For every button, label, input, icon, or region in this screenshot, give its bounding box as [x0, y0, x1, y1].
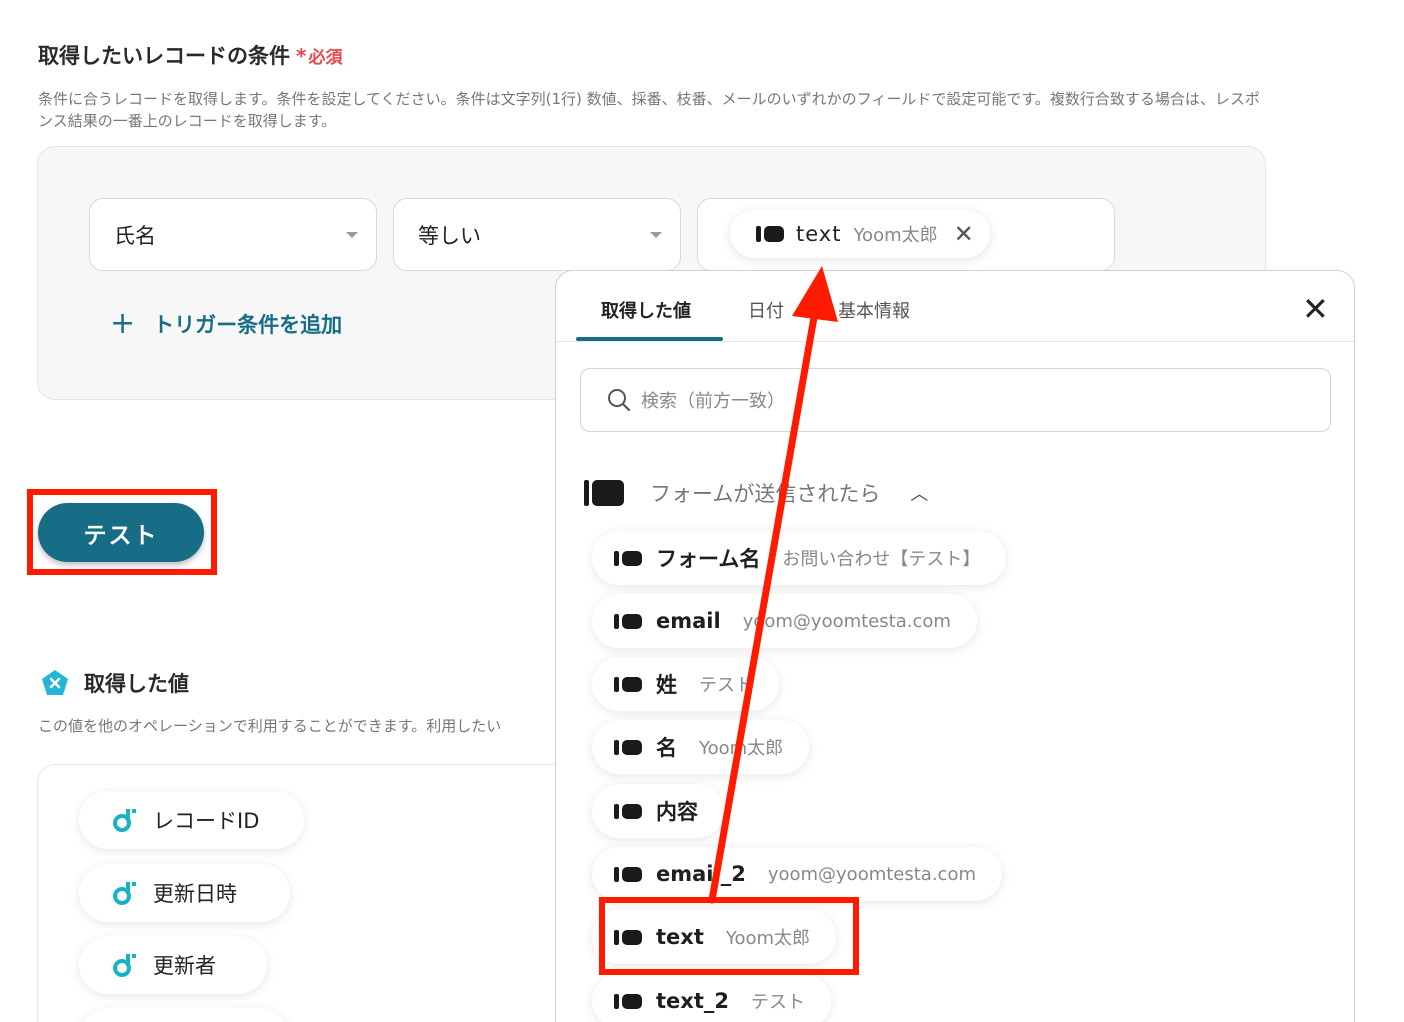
- operator-select[interactable]: 等しい: [393, 198, 681, 271]
- retrieved-item-label: 更新日時: [153, 882, 237, 906]
- retrieved-item[interactable]: 更新者: [79, 936, 267, 994]
- list-item-key: text_2: [656, 989, 729, 1013]
- retrieved-item-label: レコードID: [153, 809, 260, 833]
- tab-retrieved-values[interactable]: 取得した値: [601, 297, 691, 323]
- form-block-icon: [614, 550, 642, 566]
- record-icon: [113, 882, 136, 905]
- form-block-icon: [614, 993, 642, 1009]
- form-block-icon: [584, 480, 624, 506]
- retrieved-title: 取得した値: [40, 668, 189, 698]
- list-item[interactable]: フォーム名 お問い合わせ【テスト】: [592, 531, 1007, 585]
- value-chip-value: Yoom太郎: [853, 225, 938, 246]
- chevron-down-icon: [346, 232, 358, 238]
- chevron-up-icon[interactable]: ︿: [910, 480, 928, 506]
- active-tab-indicator: [576, 337, 723, 341]
- form-block-icon: [614, 739, 642, 755]
- retrieved-title-text: 取得した値: [84, 672, 189, 696]
- group-title: フォームが送信されたら: [650, 482, 881, 506]
- value-chip-key: text: [796, 222, 842, 246]
- list-item[interactable]: email_2 yoom@yoomtesta.com: [592, 847, 1002, 901]
- list-item-value: yoom@yoomtesta.com: [742, 610, 951, 632]
- operator-select-value: 等しい: [418, 223, 481, 248]
- list-item[interactable]: text_2 テスト: [592, 974, 831, 1022]
- list-item-key: email: [656, 609, 721, 633]
- search-input[interactable]: 検索（前方一致）: [580, 368, 1331, 432]
- tab-basic-info[interactable]: 基本情報: [838, 297, 910, 323]
- list-item[interactable]: email yoom@yoomtesta.com: [592, 594, 977, 648]
- add-trigger-button[interactable]: + トリガー条件を追加: [110, 306, 342, 341]
- list-item-value: お問い合わせ【テスト】: [782, 549, 981, 570]
- list-item-key: email_2: [656, 862, 746, 886]
- text-item-highlight-box: [599, 897, 859, 975]
- list-item-value: テスト: [750, 992, 805, 1013]
- field-select-value: 氏名: [114, 223, 156, 248]
- record-icon: [113, 809, 136, 832]
- retrieved-item[interactable]: レコードID: [79, 791, 304, 849]
- plus-icon: +: [110, 306, 136, 341]
- form-block-icon: [614, 803, 642, 819]
- record-icon: [113, 954, 136, 977]
- list-item-value: Yoom太郎: [699, 738, 784, 759]
- condition-description: 条件に合うレコードを取得します。条件を設定してください。条件は文字列(1行) 数…: [38, 90, 1260, 130]
- required-label: 必須: [308, 47, 343, 68]
- group-header[interactable]: フォームが送信されたら ︿: [584, 478, 928, 508]
- condition-title-text: 取得したいレコードの条件: [38, 44, 290, 68]
- test-button[interactable]: テスト: [38, 503, 204, 562]
- list-item[interactable]: 内容: [592, 784, 724, 838]
- list-item-key: 名: [656, 736, 677, 760]
- chevron-down-icon: [650, 232, 662, 238]
- field-select[interactable]: 氏名: [89, 198, 377, 271]
- list-item-key: 内容: [656, 800, 698, 824]
- retrieved-description: この値を他のオペレーションで利用することができます。利用したい: [38, 717, 502, 735]
- close-icon[interactable]: ✕: [1302, 293, 1329, 325]
- retrieved-item[interactable]: [79, 1008, 289, 1022]
- required-badge: * 必須: [296, 43, 343, 68]
- add-trigger-label: トリガー条件を追加: [153, 312, 343, 337]
- value-field[interactable]: text Yoom太郎 ✕: [697, 198, 1115, 271]
- form-block-icon: [614, 676, 642, 692]
- form-block-icon: [614, 866, 642, 882]
- list-item[interactable]: 姓 テスト: [592, 657, 779, 711]
- list-item[interactable]: 名 Yoom太郎: [592, 720, 810, 774]
- retrieved-badge-icon: [40, 669, 70, 697]
- form-block-icon: [614, 613, 642, 629]
- retrieved-item[interactable]: 更新日時: [79, 864, 290, 922]
- form-block-icon: [756, 226, 784, 242]
- list-item-key: 姓: [656, 673, 677, 697]
- list-item-key: フォーム名: [656, 547, 761, 571]
- value-chip[interactable]: text Yoom太郎 ✕: [730, 210, 990, 258]
- tab-date[interactable]: 日付: [748, 297, 784, 323]
- search-icon: [608, 389, 631, 412]
- close-icon[interactable]: ✕: [954, 220, 974, 248]
- retrieved-item-label: 更新者: [153, 954, 216, 978]
- popover-tabs: 取得した値 日付 基本情報 ✕: [556, 271, 1354, 342]
- list-item-value: yoom@yoomtesta.com: [767, 863, 976, 885]
- search-placeholder: 検索（前方一致）: [641, 391, 785, 412]
- condition-title: 取得したいレコードの条件 * 必須: [38, 40, 342, 70]
- list-item-value: テスト: [699, 675, 753, 696]
